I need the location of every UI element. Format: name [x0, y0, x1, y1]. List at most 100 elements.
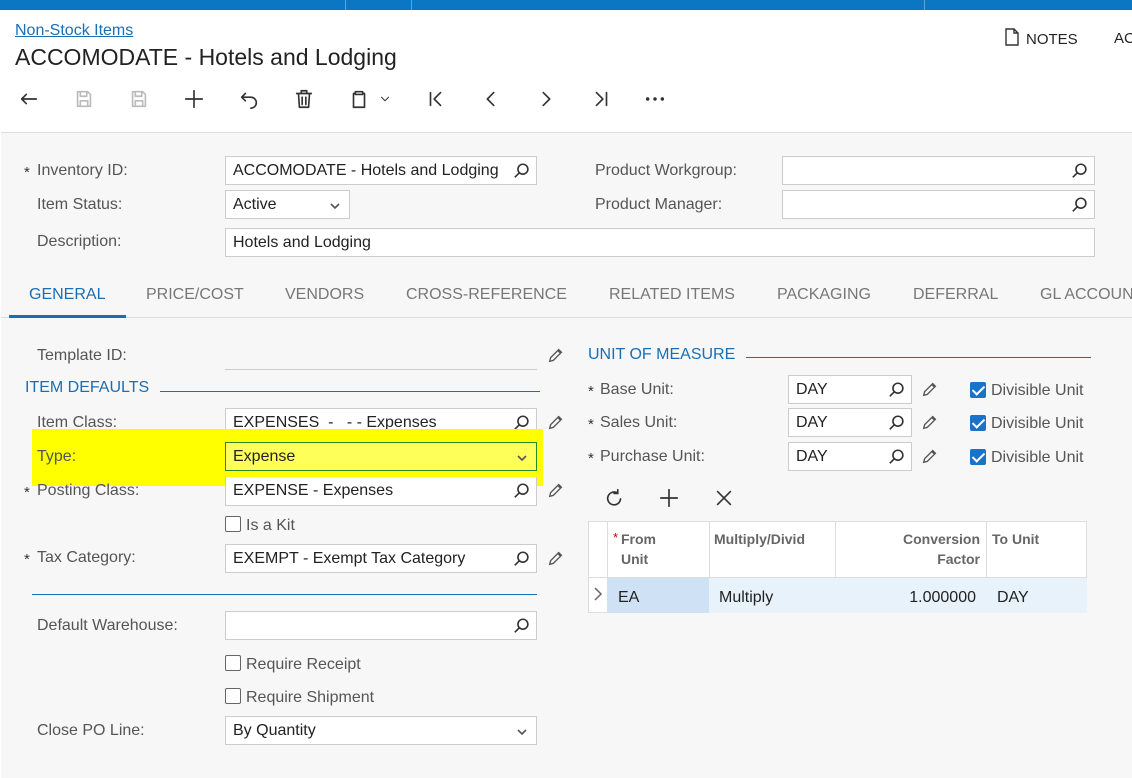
item-status-label: Item Status:: [37, 196, 123, 213]
tab-general[interactable]: GENERAL: [29, 286, 105, 304]
divisible-unit-label: Divisible Unit: [991, 449, 1084, 466]
delete-row-icon[interactable]: [713, 487, 737, 511]
product-workgroup-input[interactable]: [782, 156, 1095, 185]
template-id-label: Template ID:: [37, 347, 127, 364]
search-icon[interactable]: [888, 448, 906, 466]
search-icon[interactable]: [513, 162, 531, 180]
last-record-icon[interactable]: [588, 86, 614, 112]
chevron-right-icon[interactable]: [593, 586, 603, 602]
refresh-icon[interactable]: [604, 487, 628, 511]
more-icon[interactable]: [642, 86, 668, 112]
edit-pencil-icon[interactable]: [547, 481, 567, 501]
notes-button[interactable]: NOTES: [1004, 28, 1078, 50]
base-unit-divisible-checkbox[interactable]: [970, 382, 986, 398]
column-header-from-unit[interactable]: From: [621, 529, 656, 549]
edit-pencil-icon[interactable]: [547, 413, 567, 433]
purchase-unit-label: Purchase Unit:: [600, 448, 705, 465]
search-icon[interactable]: [1071, 162, 1089, 180]
edit-pencil-icon[interactable]: [921, 380, 941, 400]
product-workgroup-label: Product Workgroup:: [595, 162, 737, 179]
edit-pencil-icon[interactable]: [547, 549, 567, 569]
posting-class-input[interactable]: EXPENSE - Expenses: [225, 477, 537, 506]
column-header-from-unit-line2: Unit: [621, 551, 649, 567]
section-divider: [32, 594, 537, 595]
previous-record-icon[interactable]: [478, 86, 504, 112]
breadcrumb[interactable]: Non-Stock Items: [15, 22, 133, 40]
column-header-multiply-divide[interactable]: Multiply/Divid: [714, 529, 805, 549]
base-unit-label: Base Unit:: [600, 381, 674, 398]
product-manager-input[interactable]: [782, 190, 1095, 219]
activities-button[interactable]: AC: [1114, 30, 1132, 47]
next-record-icon[interactable]: [533, 86, 559, 112]
undo-icon[interactable]: [236, 86, 262, 112]
search-icon[interactable]: [888, 414, 906, 432]
conversion-grid: * From Unit Multiply/Divid Conversion Fa…: [588, 521, 1087, 613]
search-icon[interactable]: [513, 482, 531, 500]
edit-pencil-icon[interactable]: [921, 447, 941, 467]
from-unit-cell[interactable]: EA: [618, 589, 639, 607]
item-defaults-heading: ITEM DEFAULTS: [25, 379, 150, 396]
divisible-unit-label: Divisible Unit: [991, 382, 1084, 399]
inventory-id-input[interactable]: ACCOMODATE - Hotels and Lodging: [225, 156, 537, 185]
tab-related-items[interactable]: RELATED ITEMS: [609, 286, 735, 304]
product-manager-label: Product Manager:: [595, 196, 723, 213]
tax-category-input[interactable]: EXEMPT - Exempt Tax Category: [225, 544, 537, 573]
type-select[interactable]: Expense: [225, 442, 537, 471]
base-unit-input[interactable]: DAY: [788, 375, 912, 404]
require-receipt-checkbox[interactable]: [225, 655, 241, 671]
to-unit-cell[interactable]: DAY: [997, 589, 1029, 607]
column-header-to-unit[interactable]: To Unit: [992, 529, 1039, 549]
item-status-select[interactable]: Active: [225, 190, 350, 219]
tab-price-cost[interactable]: PRICE/COST: [146, 286, 244, 304]
search-icon[interactable]: [888, 381, 906, 399]
edit-pencil-icon[interactable]: [921, 413, 941, 433]
top-app-bar: [0, 0, 1132, 10]
document-icon: [1004, 28, 1020, 50]
search-icon[interactable]: [513, 550, 531, 568]
type-label: Type:: [37, 448, 77, 465]
notes-label: NOTES: [1026, 30, 1078, 48]
column-header-conversion-factor[interactable]: Conversion: [839, 529, 980, 549]
require-receipt-label: Require Receipt: [246, 656, 361, 673]
purchase-unit-divisible-checkbox[interactable]: [970, 449, 986, 465]
default-warehouse-label: Default Warehouse:: [37, 617, 178, 634]
edit-pencil-icon[interactable]: [547, 346, 567, 366]
conversion-factor-cell[interactable]: 1.000000: [839, 589, 976, 607]
tab-packaging[interactable]: PACKAGING: [777, 286, 871, 304]
add-row-icon[interactable]: [658, 487, 682, 511]
add-icon[interactable]: [181, 86, 207, 112]
posting-class-label: Posting Class:: [37, 482, 140, 499]
close-po-line-select[interactable]: By Quantity: [225, 716, 537, 745]
default-warehouse-input[interactable]: [225, 611, 537, 640]
sales-unit-input[interactable]: DAY: [788, 408, 912, 437]
tab-cross-reference[interactable]: CROSS-REFERENCE: [406, 286, 567, 304]
multiply-cell[interactable]: Multiply: [719, 589, 773, 607]
page-title: ACCOMODATE - Hotels and Lodging: [15, 44, 397, 70]
template-id-input[interactable]: [225, 344, 537, 370]
delete-icon[interactable]: [291, 86, 317, 112]
search-icon[interactable]: [513, 617, 531, 635]
first-record-icon[interactable]: [423, 86, 449, 112]
require-shipment-checkbox[interactable]: [225, 688, 241, 704]
require-shipment-label: Require Shipment: [246, 689, 375, 706]
chevron-down-icon[interactable]: [376, 86, 394, 112]
search-icon[interactable]: [1071, 196, 1089, 214]
save-icon[interactable]: [126, 86, 152, 112]
clipboard-icon[interactable]: [346, 86, 372, 112]
unit-of-measure-heading: UNIT OF MEASURE: [588, 346, 736, 363]
description-input[interactable]: Hotels and Lodging: [225, 228, 1095, 257]
tab-vendors[interactable]: VENDORS: [285, 286, 364, 304]
tab-gl-accounts[interactable]: GL ACCOUN: [1040, 286, 1132, 304]
save-close-icon[interactable]: [71, 86, 97, 112]
active-tab-indicator: [9, 315, 126, 318]
tab-deferral[interactable]: DEFERRAL: [913, 286, 998, 304]
sales-unit-label: Sales Unit:: [600, 414, 678, 431]
sales-unit-divisible-checkbox[interactable]: [970, 415, 986, 431]
is-kit-checkbox[interactable]: [225, 516, 241, 532]
back-icon[interactable]: [16, 86, 42, 112]
chevron-down-icon: [516, 725, 528, 737]
chevron-down-icon: [516, 451, 528, 463]
purchase-unit-input[interactable]: DAY: [788, 442, 912, 471]
column-header-conversion-factor-line2: Factor: [937, 551, 980, 567]
description-label: Description:: [37, 233, 122, 250]
